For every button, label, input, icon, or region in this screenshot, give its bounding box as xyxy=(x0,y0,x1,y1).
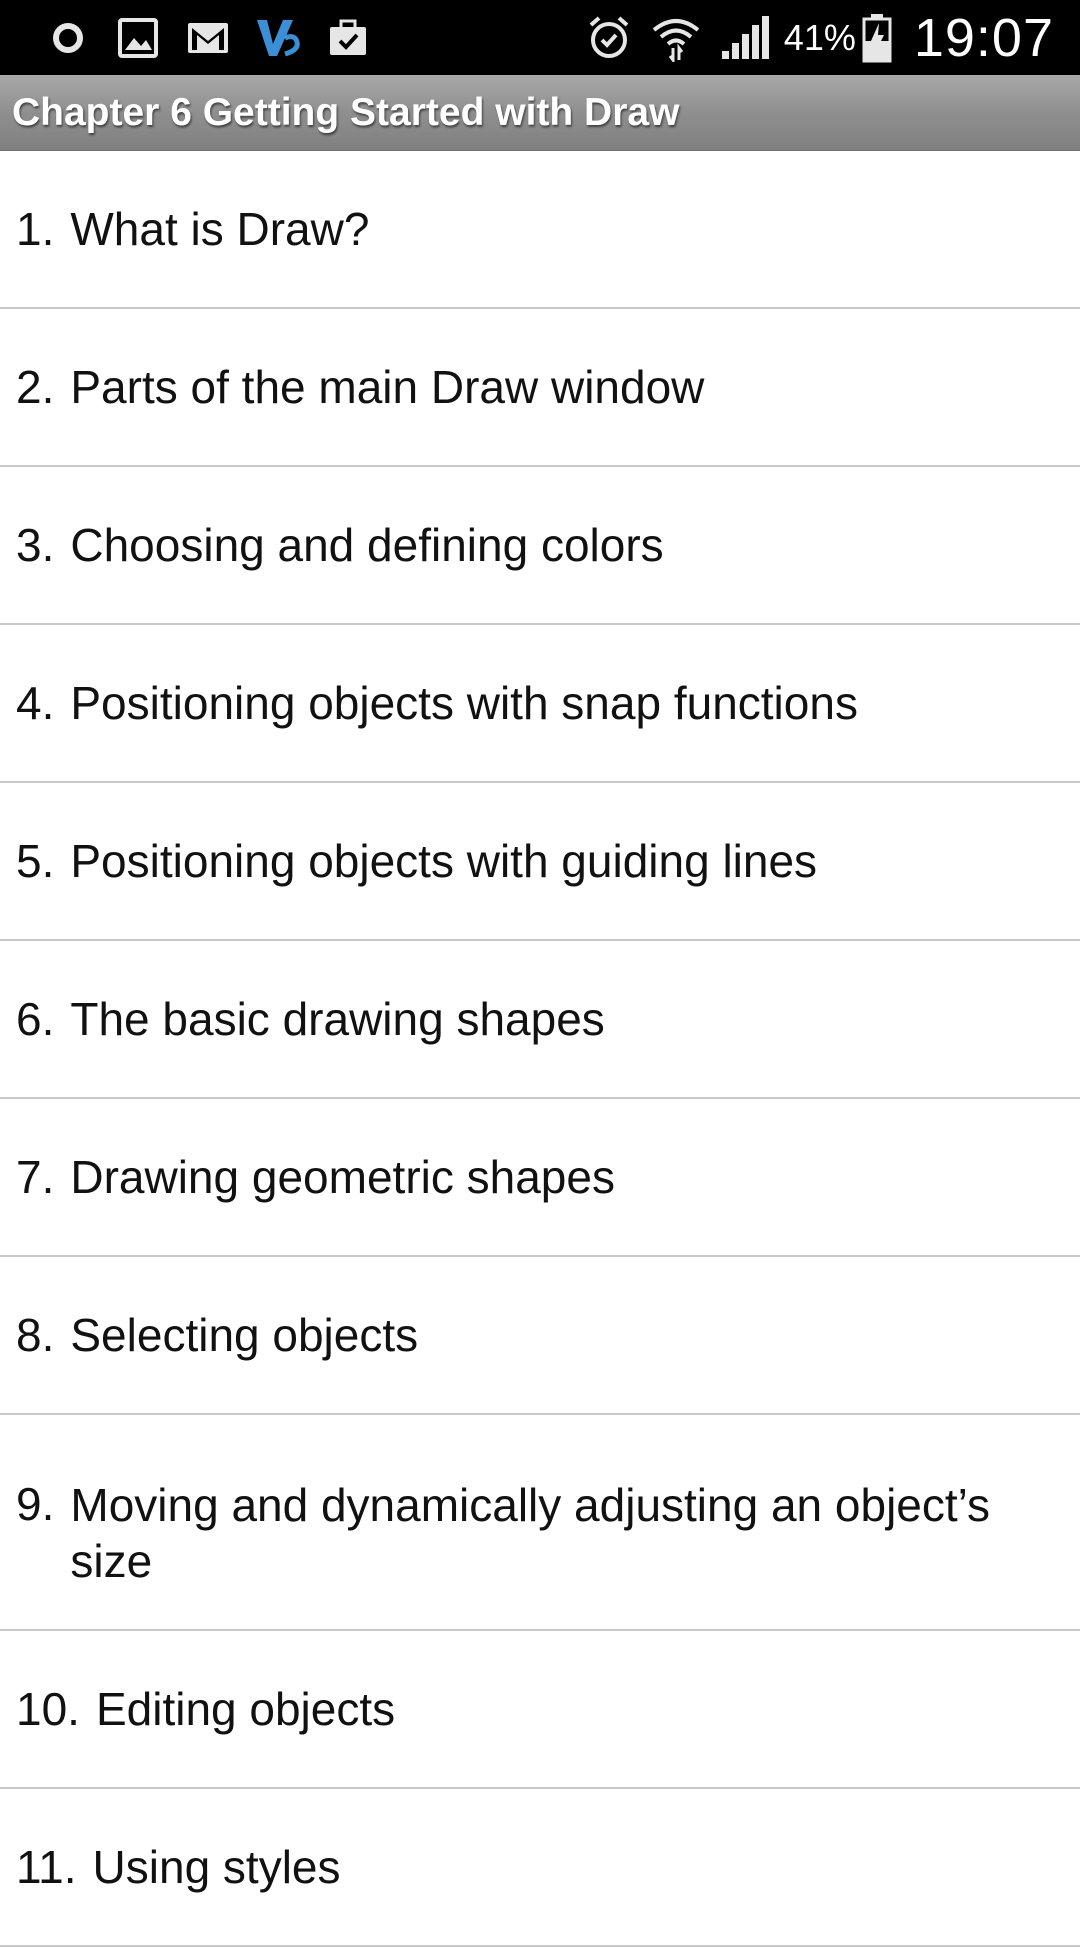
chapter-contents-list: 1. What is Draw? 2. Parts of the main Dr… xyxy=(0,151,1080,1947)
item-label: Positioning objects with snap functions xyxy=(70,677,858,729)
system-status: 41% 19:07 xyxy=(568,0,1054,75)
item-label: Parts of the main Draw window xyxy=(70,361,705,413)
item-number: 3. xyxy=(16,519,55,571)
status-bar: 41% 19:07 xyxy=(0,0,1080,75)
item-label: Choosing and defining colors xyxy=(70,519,664,571)
image-icon xyxy=(114,14,162,62)
list-item[interactable]: 5. Positioning objects with guiding line… xyxy=(0,783,1080,941)
list-item[interactable]: 11. Using styles xyxy=(0,1789,1080,1947)
record-icon xyxy=(44,14,92,62)
item-number: 8. xyxy=(16,1309,55,1361)
vs-app-icon xyxy=(254,14,302,62)
item-number: 9. xyxy=(16,1478,55,1530)
list-item[interactable]: 7. Drawing geometric shapes xyxy=(0,1099,1080,1257)
item-number: 7. xyxy=(16,1151,55,1203)
list-item[interactable]: 1. What is Draw? xyxy=(0,151,1080,309)
alarm-icon xyxy=(586,14,632,62)
signal-icon xyxy=(720,14,770,62)
item-number: 4. xyxy=(16,677,55,729)
list-item[interactable]: 10. Editing objects xyxy=(0,1631,1080,1789)
item-label: Positioning objects with guiding lines xyxy=(70,835,818,887)
item-number: 5. xyxy=(16,835,55,887)
item-label: Selecting objects xyxy=(70,1309,419,1361)
item-label: The basic drawing shapes xyxy=(70,993,605,1045)
briefcase-check-icon xyxy=(324,14,372,62)
item-label: Drawing geometric shapes xyxy=(70,1151,615,1203)
list-item[interactable]: 9. Moving and dynamically adjusting an o… xyxy=(0,1415,1080,1631)
item-number: 11. xyxy=(16,1841,77,1893)
item-number: 2. xyxy=(16,361,55,413)
clock: 19:07 xyxy=(913,7,1054,68)
list-item[interactable]: 4. Positioning objects with snap functio… xyxy=(0,625,1080,783)
wifi-icon xyxy=(650,14,702,62)
item-label: Moving and dynamically adjusting an obje… xyxy=(70,1479,991,1587)
gmail-icon xyxy=(184,14,232,62)
item-label: Using styles xyxy=(92,1841,341,1893)
notification-icons xyxy=(44,0,394,75)
item-label: Editing objects xyxy=(95,1683,396,1735)
item-label: What is Draw? xyxy=(70,203,370,255)
battery-percent: 41% xyxy=(783,16,856,58)
item-number: 10. xyxy=(16,1683,80,1735)
list-item[interactable]: 2. Parts of the main Draw window xyxy=(0,309,1080,467)
item-number: 1. xyxy=(16,203,55,255)
list-item[interactable]: 3. Choosing and defining colors xyxy=(0,467,1080,625)
list-item[interactable]: 8. Selecting objects xyxy=(0,1257,1080,1415)
item-number: 6. xyxy=(16,993,55,1045)
battery-charging-icon xyxy=(862,13,892,62)
list-item[interactable]: 6. The basic drawing shapes xyxy=(0,941,1080,1099)
title-bar: Chapter 6 Getting Started with Draw xyxy=(0,75,1080,151)
page-title: Chapter 6 Getting Started with Draw xyxy=(12,91,680,134)
